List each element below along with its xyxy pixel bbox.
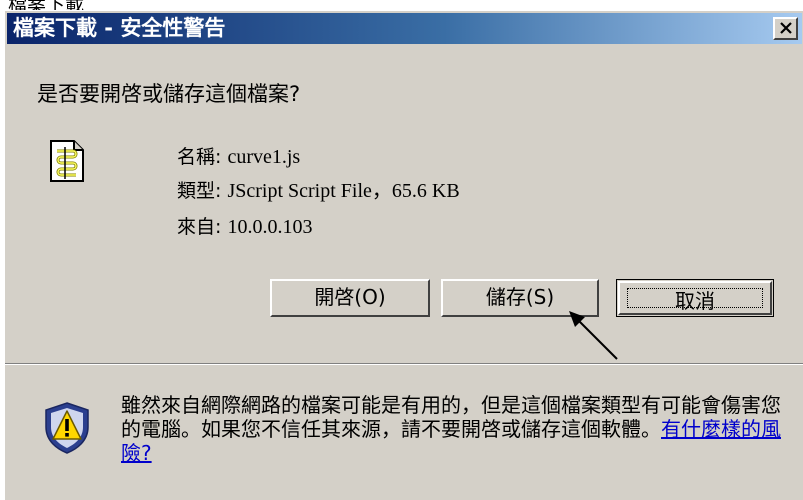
question-text: 是否要開啓或儲存這個檔案? — [37, 82, 301, 106]
file-from-row: 來自: 10.0.0.103 — [177, 214, 312, 240]
divider — [5, 363, 803, 365]
script-file-icon — [49, 139, 85, 187]
close-icon — [780, 22, 792, 34]
close-button[interactable] — [773, 17, 798, 40]
file-type-value: JScript Script File，65.6 KB — [227, 180, 460, 202]
title-bar[interactable]: 檔案下載 - 安全性警告 — [7, 13, 802, 44]
arrow-annotation-icon — [569, 311, 618, 360]
file-type-label: 類型: — [177, 180, 222, 202]
file-download-dialog: 檔案下載 - 安全性警告 是否要開啓或儲存這個檔案? 名稱: curve1.js… — [4, 10, 803, 500]
open-button[interactable]: 開啓(O) — [270, 279, 430, 317]
file-name-value: curve1.js — [227, 146, 301, 168]
file-name-label: 名稱: — [177, 146, 222, 168]
file-name-row: 名稱: curve1.js — [177, 144, 300, 170]
warning-shield-icon — [43, 401, 91, 459]
file-from-label: 來自: — [177, 216, 222, 238]
file-from-value: 10.0.0.103 — [227, 216, 313, 238]
cancel-button-bevel: 取消 — [618, 281, 772, 315]
file-type-row: 類型: JScript Script File，65.6 KB — [177, 178, 460, 204]
security-warning-text: 雖然來自網際網路的檔案可能是有用的，但是這個檔案類型有可能會傷害您的電腦。如果您… — [121, 393, 781, 465]
dialog-title: 檔案下載 - 安全性警告 — [13, 16, 226, 40]
cancel-button-label: 取消 — [627, 288, 763, 313]
cancel-button[interactable]: 取消 — [616, 279, 774, 317]
